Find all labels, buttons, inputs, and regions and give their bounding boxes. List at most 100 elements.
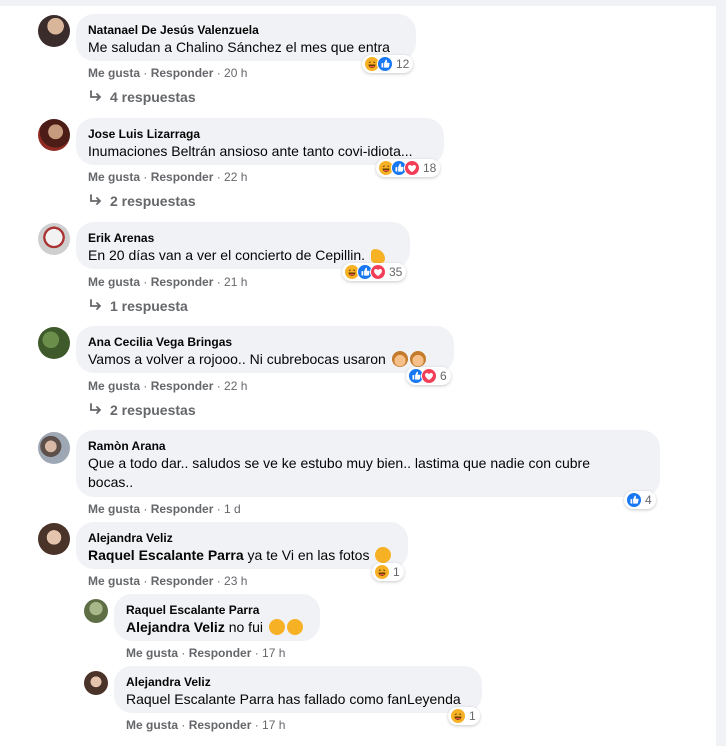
commenter-name[interactable]: Raquel Escalante Parra [126,602,308,618]
like-link[interactable]: Me gusta [88,379,140,393]
timestamp[interactable]: 22 h [224,170,247,184]
reactions-summary[interactable]: 12 [362,55,414,73]
reactions-summary[interactable]: 1 [448,707,480,725]
comment-actions: Me gusta · Responder · 22 h [88,379,247,393]
timestamp[interactable]: 17 h [262,718,285,732]
reply-link[interactable]: Responder [189,718,252,732]
commenter-name[interactable]: Ramòn Arana [88,438,648,454]
avatar[interactable] [38,15,70,47]
replies-count-label: 2 respuestas [110,193,196,209]
view-replies-link[interactable]: 2 respuestas [88,402,196,418]
mention-link[interactable]: Alejandra Veliz [126,619,225,635]
view-replies-link[interactable]: 2 respuestas [88,193,196,209]
separator: · [140,170,151,184]
avatar[interactable] [38,119,70,151]
comment-text-line: bocas.. [88,474,134,490]
avatar[interactable] [84,599,108,623]
scrollbar[interactable] [716,0,726,738]
mention-link[interactable]: Raquel Escalante Parra [88,547,244,563]
timestamp[interactable]: 22 h [224,379,247,393]
reactions-summary[interactable]: 35 [342,263,407,281]
comment-bubble: Ramòn Arana Que a todo dar.. saludos se … [76,430,660,497]
like-link[interactable]: Me gusta [88,574,140,588]
haha-reaction-icon [374,564,390,580]
pleading-face-emoji-icon [268,619,285,635]
timestamp[interactable]: 21 h [224,275,247,289]
avatar[interactable] [38,523,70,555]
separator: · [213,170,225,184]
avatar[interactable] [38,327,70,359]
separator: · [140,275,151,289]
reply-arrow-icon [90,403,102,414]
avatar[interactable] [38,223,70,255]
reply-link[interactable]: Responder [151,502,214,516]
reaction-count: 35 [389,265,403,279]
comment-actions: Me gusta · Responder · 21 h [88,275,247,289]
reply-link[interactable]: Responder [151,379,214,393]
separator: · [213,379,225,393]
comment-text: Raquel Escalante Parra has fallado como … [126,691,461,707]
timestamp[interactable]: 1 d [224,502,241,516]
comment-bubble: Raquel Escalante Parra Alejandra Veliz n… [114,594,320,641]
view-replies-link[interactable]: 4 respuestas [88,89,196,105]
reply-link[interactable]: Responder [151,66,214,80]
separator: · [140,66,151,80]
timestamp[interactable]: 17 h [262,646,285,660]
reactions-summary[interactable]: 18 [376,159,441,177]
reaction-count: 18 [423,161,437,175]
like-reaction-icon [626,492,642,508]
commenter-name[interactable]: Erik Arenas [88,230,398,246]
commenter-name[interactable]: Alejandra Veliz [88,530,396,546]
comment-bubble: Alejandra Veliz Raquel Escalante Parra h… [114,666,482,713]
separator: · [178,718,189,732]
comment-text-line: Que a todo dar.. saludos se ve ke estubo… [88,455,590,471]
reaction-count: 1 [393,565,400,579]
reaction-count: 4 [645,493,652,507]
like-link[interactable]: Me gusta [126,718,178,732]
reactions-summary[interactable]: 6 [406,367,451,385]
reaction-count: 6 [440,369,447,383]
like-link[interactable]: Me gusta [126,646,178,660]
reactions-summary[interactable]: 4 [624,491,656,509]
replies-count-label: 2 respuestas [110,402,196,418]
woman-facepalming-emoji-icon [409,351,426,367]
commenter-name[interactable]: Jose Luis Lizarraga [88,126,432,142]
comment-actions: Me gusta · Responder · 1 d [88,502,241,516]
avatar[interactable] [84,671,108,695]
muscle-emoji-icon [370,249,385,263]
like-reaction-icon [377,56,393,72]
comment-bubble: Alejandra Veliz Raquel Escalante Parra y… [76,522,408,569]
separator: · [213,574,225,588]
reply-link[interactable]: Responder [151,275,214,289]
comment-text: Inumaciones Beltrán ansioso ante tanto c… [88,143,413,159]
reply-link[interactable]: Responder [189,646,252,660]
reply-link[interactable]: Responder [151,170,214,184]
commenter-name[interactable]: Alejandra Veliz [126,674,470,690]
like-link[interactable]: Me gusta [88,66,140,80]
avatar[interactable] [38,432,70,464]
like-link[interactable]: Me gusta [88,502,140,516]
reaction-count: 12 [396,57,410,71]
reactions-summary[interactable]: 1 [372,563,404,581]
commenter-name[interactable]: Ana Cecilia Vega Bringas [88,334,442,350]
timestamp[interactable]: 20 h [224,66,247,80]
comment-text-content: Vamos a volver a rojooo.. Ni cubrebocas … [88,351,386,367]
comment-text: Vamos a volver a rojooo.. Ni cubrebocas … [88,350,442,369]
view-replies-link[interactable]: 1 respuesta [88,298,188,314]
timestamp[interactable]: 23 h [224,574,247,588]
separator: · [140,502,151,516]
comment-text: Raquel Escalante Parra ya te Vi en las f… [88,546,396,565]
comment-actions: Me gusta · Responder · 17 h [126,646,285,660]
comment-text-content: ya te Vi en las fotos [247,547,370,563]
like-link[interactable]: Me gusta [88,275,140,289]
reply-arrow-icon [90,194,102,205]
commenter-name[interactable]: Natanael De Jesús Valenzuela [88,22,404,38]
reply-link[interactable]: Responder [151,574,214,588]
replies-count-label: 4 respuestas [110,89,196,105]
love-reaction-icon [370,264,386,280]
separator: · [251,718,263,732]
comment-text-content: En 20 días van a ver el concierto de Cep… [88,247,366,263]
like-link[interactable]: Me gusta [88,170,140,184]
love-reaction-icon [421,368,437,384]
separator: · [140,574,151,588]
